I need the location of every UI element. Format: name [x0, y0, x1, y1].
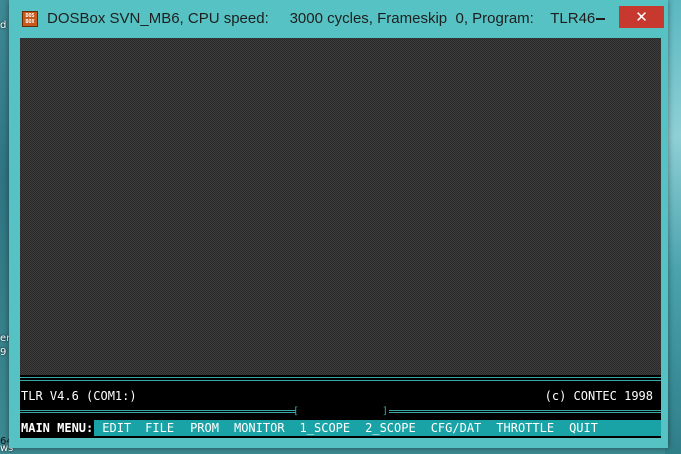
bracket-right: ] [382, 406, 389, 417]
dosbox-app-icon[interactable]: DOS BOX [22, 11, 38, 27]
copyright-label: (c) CONTEC 1998 [544, 389, 653, 403]
menu-item-prom[interactable]: PROM [190, 420, 219, 436]
dos-background-pattern [20, 38, 661, 375]
menu-item-file[interactable]: FILE [145, 420, 174, 436]
menu-item-2-scope[interactable]: 2_SCOPE [365, 420, 416, 436]
dosbox-window[interactable]: DOS BOX DOSBox SVN_MB6, CPU speed: 3000 … [9, 0, 668, 448]
program-version-label: TLR V4.6 (COM1:) [21, 389, 137, 403]
menu-item-edit[interactable]: EDIT [102, 420, 131, 436]
menu-item-1-scope[interactable]: 1_SCOPE [300, 420, 351, 436]
menu-item-quit[interactable]: QUIT [569, 420, 598, 436]
close-button[interactable]: ✕ [619, 6, 664, 28]
main-menu-label: MAIN MENU: [20, 420, 95, 436]
menu-item-throttle[interactable]: THROTTLE [496, 420, 554, 436]
minimize-button[interactable] [587, 7, 613, 27]
menu-item-monitor[interactable]: MONITOR [234, 420, 285, 436]
status-separator-top [20, 377, 661, 381]
window-title: DOSBox SVN_MB6, CPU speed: 3000 cycles, … [47, 10, 596, 27]
menu-item-cfg-dat[interactable]: CFG/DAT [431, 420, 482, 436]
bracket-left: [ [293, 406, 300, 417]
status-separator-bottom [20, 408, 661, 414]
main-menu-bar: MAIN MENU: EDIT FILE PROM MONITOR 1_SCOP… [20, 420, 661, 436]
dos-screen[interactable]: TLR V4.6 (COM1:) (c) CONTEC 1998 [ ] MAI… [20, 38, 661, 438]
minimize-icon [595, 18, 605, 20]
title-bar[interactable]: DOS BOX DOSBox SVN_MB6, CPU speed: 3000 … [9, 0, 668, 38]
